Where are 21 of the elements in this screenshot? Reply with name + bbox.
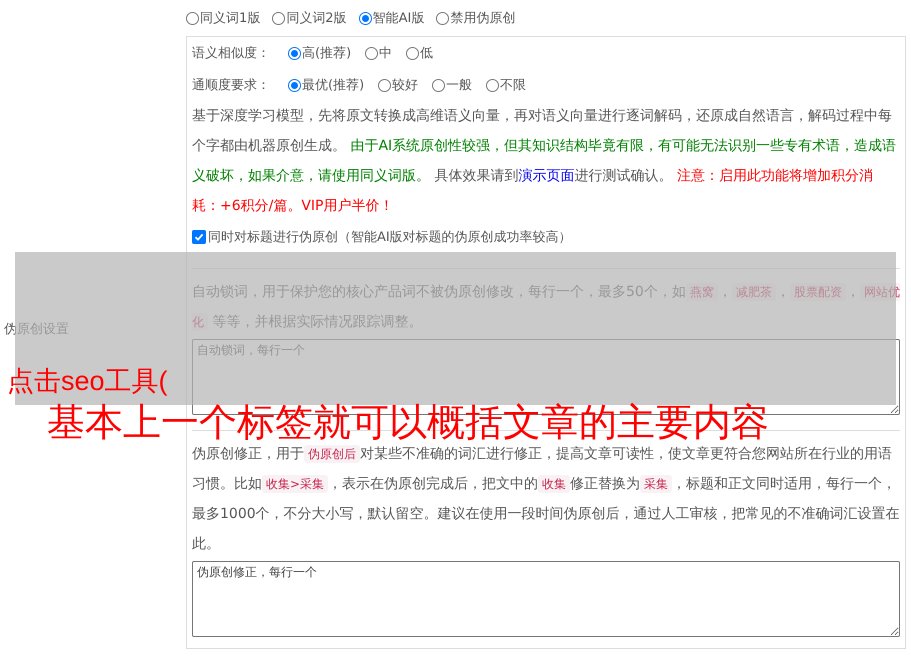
title-checkbox[interactable]: 同时对标题进行伪原创（智能AI版对标题的伪原创成功率较高） — [192, 228, 572, 246]
correction-description: 伪原创修正，用于 伪原创后 对某些不准确的词汇进行修正，提高文章可读性，使文章更符合您网站所在行业的用语习惯。比如 收集>采集 ，表示在伪原创完成后，把文中的 收集 修正替换为 采集 ，标题和正文同时适用，每行一个，最多1000个，不分大小写，默认留空。建议在使用一段时间伪原创后，通过人工审核，把常见的不准确词汇设置在此。 — [192, 444, 900, 554]
mode-radio-option[interactable]: 同义词2版 — [272, 9, 347, 27]
radio-option[interactable]: 最优(推荐) — [288, 76, 364, 94]
ai-description-text: 基于深度学习模型，先将原文转换成高维语义向量，再对语义向量进行逐词解码，还原成自然语言，解码过程中每个字都由机器原创生成。 由于AI系统原创性较强，但其知识结构毕竟有限，有可能无法识别一些专有术语，造成语义破坏，如果介意，请使用同义词版。 具体效果请到演示页面进行测试确认。 注意：启用此功能将增加积分消耗：+6积分/篇。VIP用户半价！ — [192, 107, 898, 216]
option-group-label: 通顺度要求： — [192, 77, 270, 94]
caption-overlay: 基本上一个标签就可以概括文章的主要内容 — [47, 402, 769, 444]
mode-radio-option[interactable]: 智能AI版 — [358, 9, 424, 27]
radio-option[interactable]: 低 — [406, 44, 434, 62]
radio-option[interactable]: 中 — [365, 44, 392, 62]
mode-radio-option[interactable]: 禁用伪原创 — [436, 9, 516, 27]
demo-page-link[interactable]: 演示页面 — [518, 168, 574, 184]
radio-option[interactable]: 一般 — [432, 76, 472, 94]
mode-radio-option[interactable]: 同义词1版 — [186, 9, 260, 27]
radio-option[interactable]: 不限 — [486, 76, 526, 94]
correction-input-field[interactable]: 伪原创修正，每行一个 — [192, 561, 900, 637]
caption-overlay: 点击seo工具( — [7, 365, 168, 398]
radio-option[interactable]: 高(推荐) — [288, 44, 352, 62]
option-group-label: 语义相似度： — [192, 45, 270, 62]
check-icon — [194, 232, 204, 242]
radio-option[interactable]: 较好 — [378, 76, 418, 94]
